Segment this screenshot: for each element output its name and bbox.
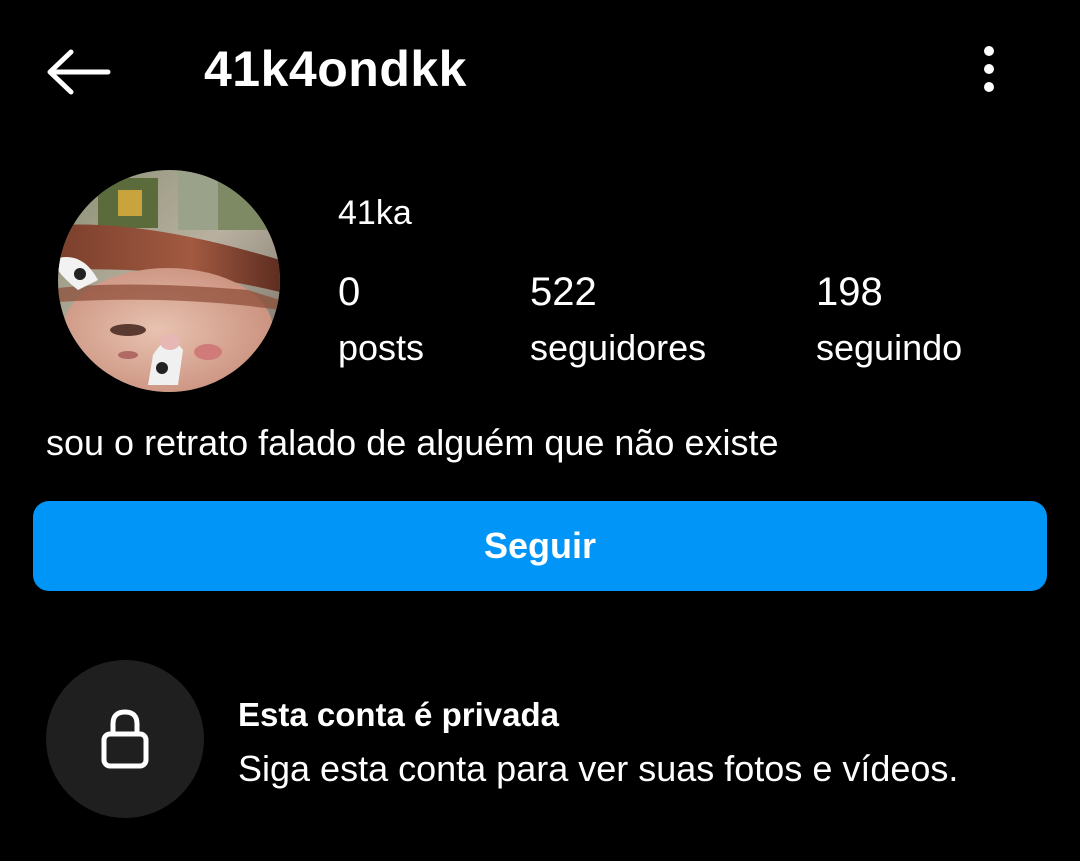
display-name: 41ka xyxy=(338,194,412,232)
avatar[interactable] xyxy=(58,170,280,392)
followers-label: seguidores xyxy=(530,327,707,368)
posts-count: 0 xyxy=(338,270,361,314)
top-bar: 41k4ondkk xyxy=(0,0,1080,140)
posts-label: posts xyxy=(338,327,425,368)
following-stat[interactable]: 198 seguindo xyxy=(816,266,962,372)
posts-stat: 0 posts xyxy=(338,266,424,372)
followers-count: 522 xyxy=(530,270,597,314)
profile-username: 41k4ondkk xyxy=(204,41,467,97)
profile-photo xyxy=(58,170,280,392)
lock-badge xyxy=(46,660,204,818)
follow-button[interactable]: Seguir xyxy=(33,501,1047,591)
private-account-description: Siga esta conta para ver suas fotos e ví… xyxy=(238,748,959,789)
following-label: seguindo xyxy=(816,327,963,368)
more-vertical-icon xyxy=(984,46,994,92)
followers-stat[interactable]: 522 seguidores xyxy=(530,266,706,372)
profile-bio: sou o retrato falado de alguém que não e… xyxy=(46,422,779,463)
private-account-title: Esta conta é privada xyxy=(238,696,559,733)
arrow-left-icon xyxy=(47,49,111,95)
lock-icon xyxy=(101,709,149,769)
back-button[interactable] xyxy=(40,42,116,102)
following-count: 198 xyxy=(816,270,883,314)
more-options-button[interactable] xyxy=(962,36,1016,102)
